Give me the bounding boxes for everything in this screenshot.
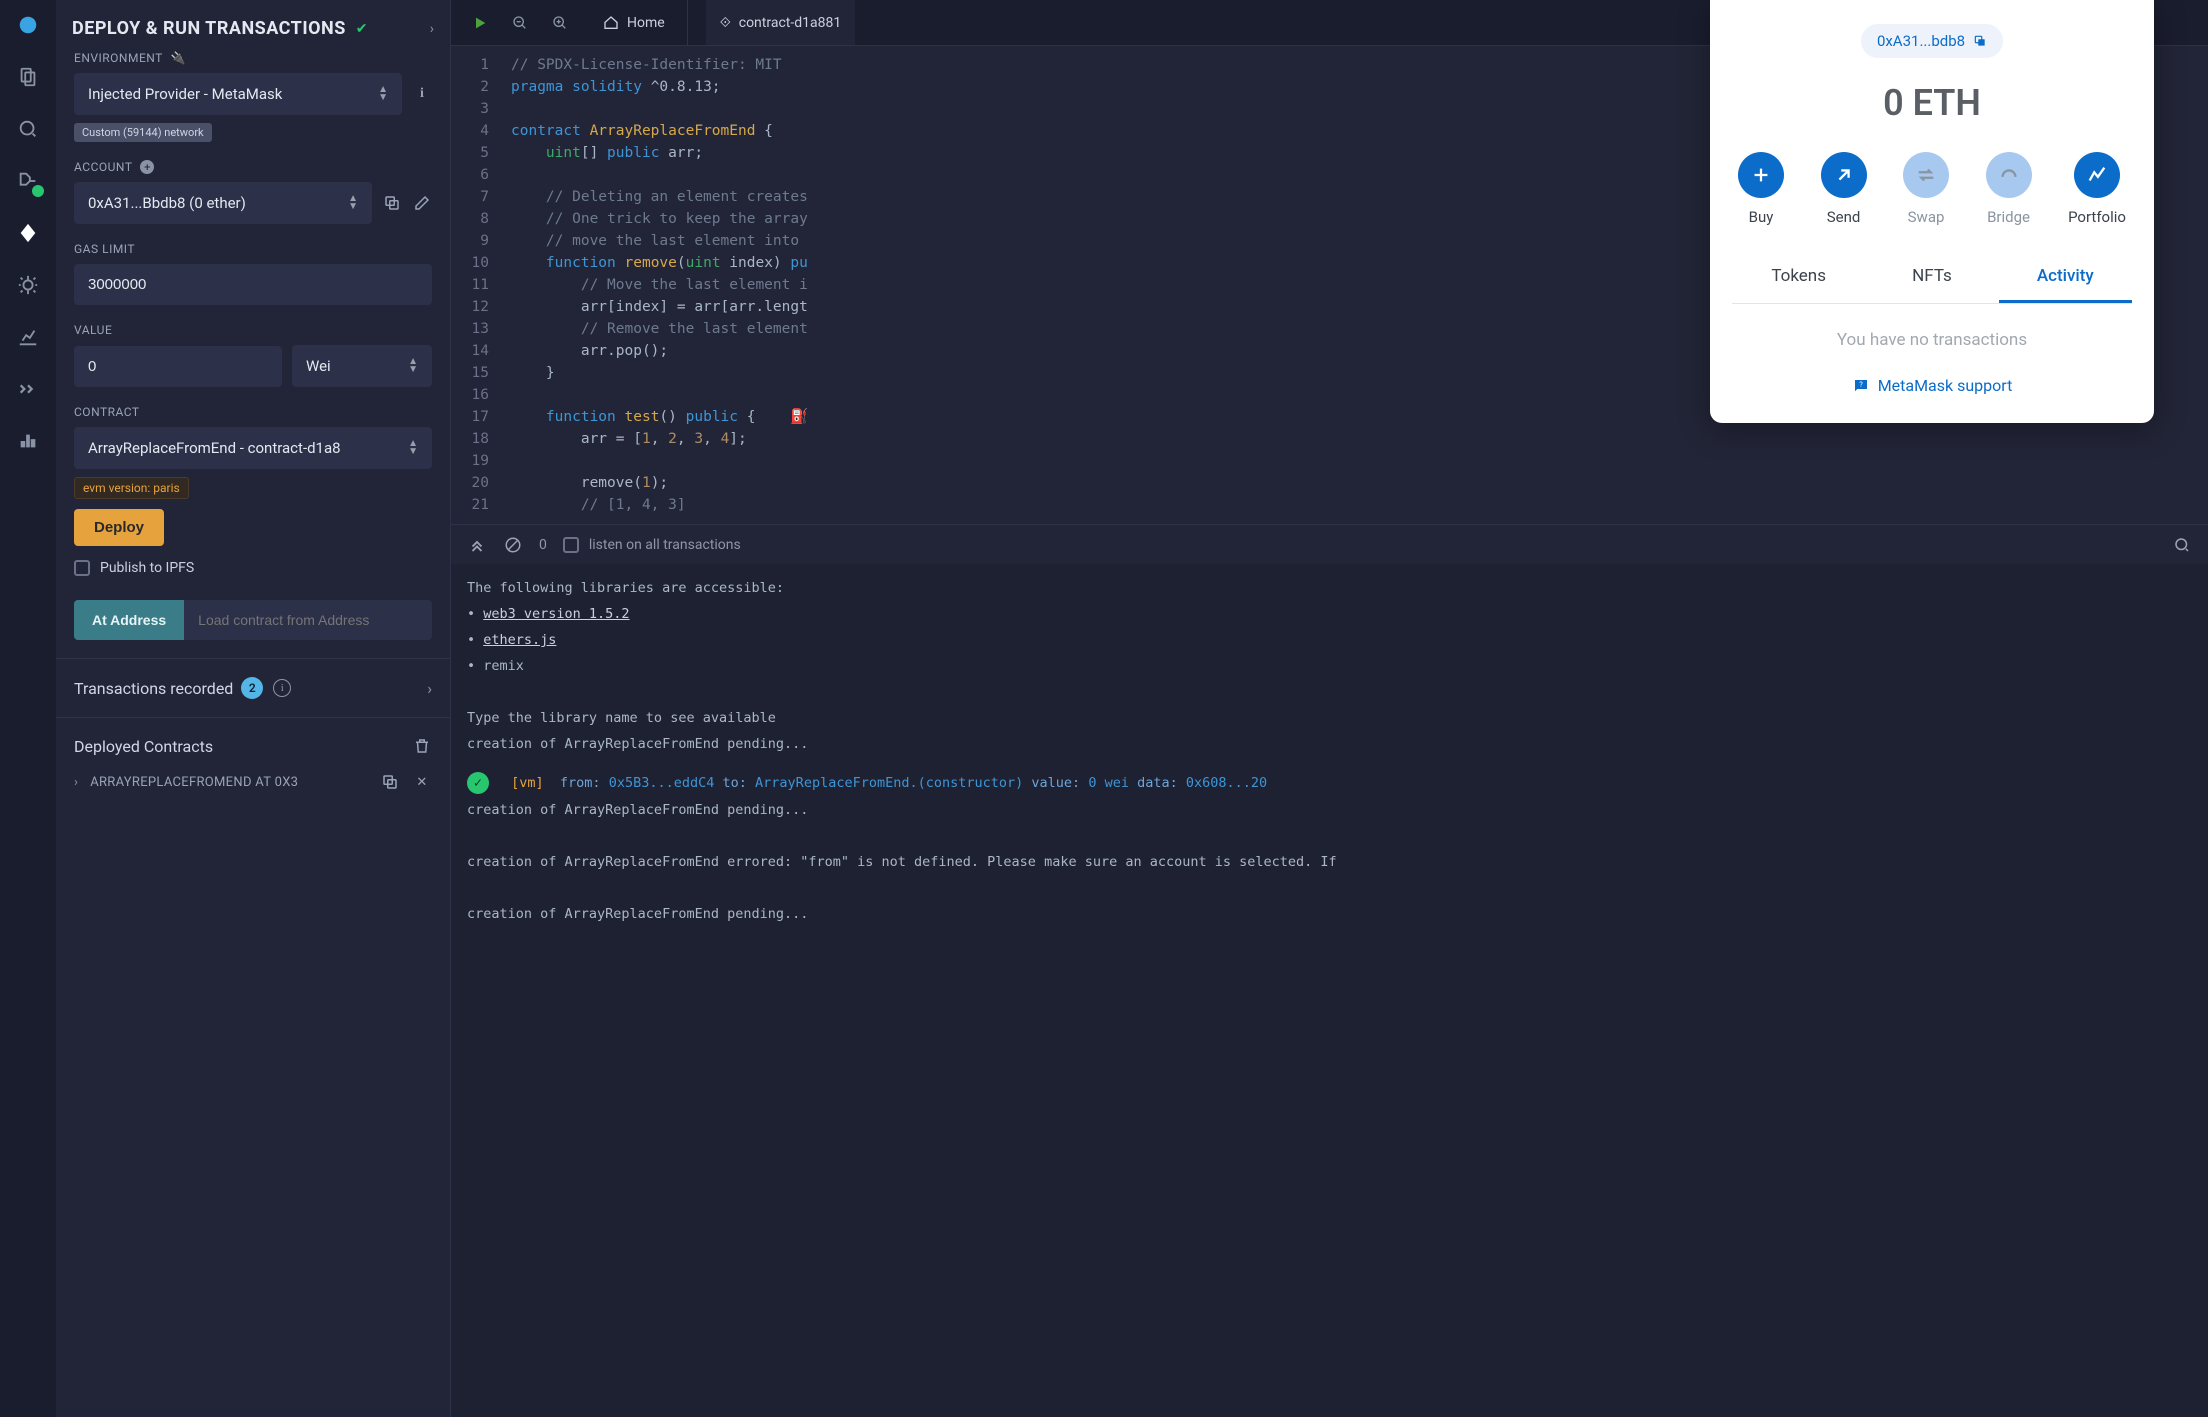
terminal-output[interactable]: The following libraries are accessible:•… xyxy=(451,564,2208,1417)
chevron-right-icon: › xyxy=(74,775,78,790)
copy-icon[interactable] xyxy=(380,772,400,792)
deploy-run-panel: DEPLOY & RUN TRANSACTIONS ✔ › ENVIRONMEN… xyxy=(56,0,451,1417)
info-icon[interactable]: i xyxy=(412,84,432,104)
deploy-button[interactable]: Deploy xyxy=(74,509,164,546)
at-address-button[interactable]: At Address xyxy=(74,600,184,640)
debugger-icon[interactable] xyxy=(15,272,41,298)
icon-rail xyxy=(0,0,56,1417)
tab-nfts[interactable]: NFTs xyxy=(1865,256,1998,303)
tab-activity[interactable]: Activity xyxy=(1999,256,2132,303)
chevron-right-icon: › xyxy=(427,679,432,698)
tab-file[interactable]: ⟐ contract-d1a881 xyxy=(706,0,856,45)
line-gutter: 123456789101112131415161718192021 xyxy=(451,46,499,524)
network-chip: Custom (59144) network xyxy=(74,123,212,142)
search-terminal-icon[interactable] xyxy=(2172,535,2192,555)
edit-account-icon[interactable] xyxy=(412,193,432,213)
bridge-button[interactable]: Bridge xyxy=(1986,152,2032,226)
transactions-recorded-row[interactable]: Transactions recorded 2 i › xyxy=(56,659,450,717)
value-label: VALUE xyxy=(74,323,432,337)
send-button[interactable]: Send xyxy=(1821,152,1867,226)
contract-label: CONTRACT xyxy=(74,405,432,419)
panel-title: DEPLOY & RUN TRANSACTIONS xyxy=(72,18,346,39)
tab-home-label: Home xyxy=(627,15,665,31)
main-column: Home ⟐ contract-d1a881 12345678910111213… xyxy=(451,0,2208,1417)
run-script-icon[interactable] xyxy=(469,12,491,34)
plug-icon: 🔌 xyxy=(171,51,186,65)
collapse-terminal-icon[interactable] xyxy=(467,535,487,555)
evm-version-chip: evm version: paris xyxy=(74,477,189,499)
tab-tokens[interactable]: Tokens xyxy=(1732,256,1865,303)
deploy-run-icon[interactable] xyxy=(15,220,41,246)
contract-select[interactable]: ArrayReplaceFromEnd - contract-d1a8▲▼ xyxy=(74,427,432,469)
close-icon[interactable]: ✕ xyxy=(412,772,432,792)
search-icon[interactable] xyxy=(15,116,41,142)
solidity-file-icon: ⟐ xyxy=(720,15,731,31)
value-unit-select[interactable]: Wei▲▼ xyxy=(292,345,432,387)
empty-transactions-label: You have no transactions xyxy=(1732,330,2132,350)
file-explorer-icon[interactable] xyxy=(15,64,41,90)
publish-ipfs-checkbox[interactable] xyxy=(74,560,90,576)
support-icon: ? xyxy=(1852,377,1870,395)
remix-logo-icon[interactable] xyxy=(15,12,41,38)
trash-icon[interactable] xyxy=(412,736,432,756)
home-icon xyxy=(603,15,619,31)
pending-count: 0 xyxy=(539,537,547,553)
copy-account-icon[interactable] xyxy=(382,193,402,213)
terminal-toolbar: 0 listen on all transactions xyxy=(451,524,2208,564)
deployed-contract-name: ARRAYREPLACEFROMEND AT 0X3 xyxy=(90,775,298,790)
copy-icon xyxy=(1973,34,1987,48)
publish-ipfs-label: Publish to IPFS xyxy=(100,560,194,576)
tx-count-badge: 2 xyxy=(241,677,263,699)
svg-text:?: ? xyxy=(1859,379,1863,388)
tab-file-label: contract-d1a881 xyxy=(739,15,841,31)
plugin-manager-icon[interactable] xyxy=(15,428,41,454)
tab-home[interactable]: Home xyxy=(589,0,688,45)
account-select[interactable]: 0xA31...Bbdb8 (0 ether)▲▼ xyxy=(74,182,372,224)
portfolio-button[interactable]: Portfolio xyxy=(2068,152,2126,226)
compiler-icon[interactable] xyxy=(15,168,41,194)
account-label: ACCOUNT + xyxy=(74,160,432,174)
gas-limit-input[interactable] xyxy=(74,264,432,305)
deployed-contracts-label: Deployed Contracts xyxy=(74,737,213,756)
listen-all-label: listen on all transactions xyxy=(589,537,741,553)
zoom-in-icon[interactable] xyxy=(549,12,571,34)
tx-recorded-label: Transactions recorded xyxy=(74,679,233,698)
environment-label: ENVIRONMENT 🔌 xyxy=(74,51,432,65)
unit-test-icon[interactable] xyxy=(15,376,41,402)
analytics-icon[interactable] xyxy=(15,324,41,350)
account-address-pill[interactable]: 0xA31...bdb8 xyxy=(1861,24,2003,58)
check-icon: ✔ xyxy=(356,21,368,37)
environment-select[interactable]: Injected Provider - MetaMask▲▼ xyxy=(74,73,402,115)
metamask-support-link[interactable]: ? MetaMask support xyxy=(1732,376,2132,395)
zoom-out-icon[interactable] xyxy=(509,12,531,34)
add-account-icon[interactable]: + xyxy=(140,160,154,174)
info-icon[interactable]: i xyxy=(273,679,291,697)
at-address-input[interactable] xyxy=(184,600,432,640)
code-area[interactable]: // SPDX-License-Identifier: MITpragma so… xyxy=(499,46,808,524)
chevron-right-icon[interactable]: › xyxy=(430,21,434,37)
balance-label: 0 ETH xyxy=(1732,82,2132,124)
deployed-contract-item[interactable]: › ARRAYREPLACEFROMEND AT 0X3 ✕ xyxy=(56,762,450,802)
swap-button[interactable]: Swap xyxy=(1903,152,1949,226)
clear-terminal-icon[interactable] xyxy=(503,535,523,555)
metamask-popup: 0xA31...bdb8 0 ETH Buy Send Swap Bridge xyxy=(1710,0,2154,423)
value-amount-input[interactable] xyxy=(74,346,282,387)
buy-button[interactable]: Buy xyxy=(1738,152,1784,226)
gas-limit-label: GAS LIMIT xyxy=(74,242,432,256)
listen-all-checkbox[interactable] xyxy=(563,537,579,553)
